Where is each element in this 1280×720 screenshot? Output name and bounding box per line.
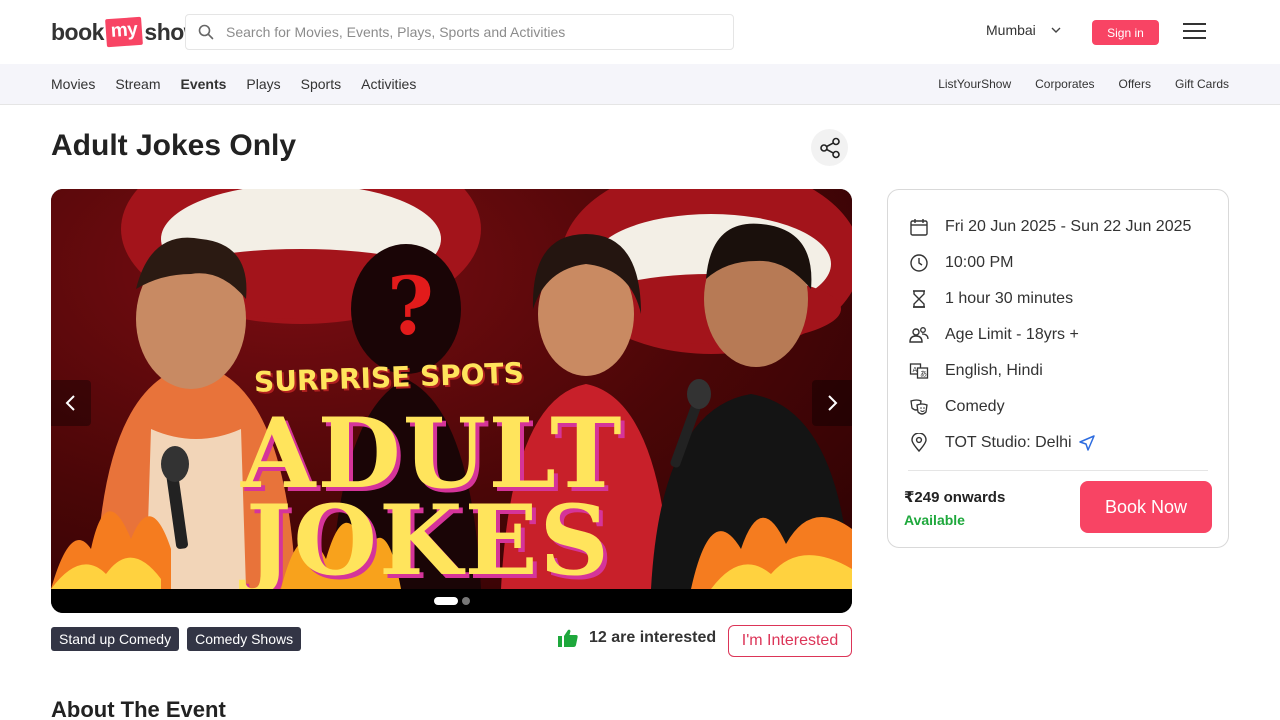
clock-icon <box>908 252 930 274</box>
price-text: ₹249 onwards <box>904 489 1006 506</box>
detail-duration: 1 hour 30 minutes <box>908 287 1073 311</box>
nav-offers[interactable]: Offers <box>1119 77 1151 91</box>
carousel-next-button[interactable] <box>812 380 852 426</box>
interest-count-text: 12 are interested <box>589 629 717 646</box>
nav-movies[interactable]: Movies <box>51 76 95 92</box>
nav-list-your-show[interactable]: ListYourShow <box>938 77 1011 91</box>
detail-age-limit: Age Limit - 18yrs + <box>908 323 1079 347</box>
location-pin-icon <box>908 432 930 454</box>
utility-nav: ListYourShow Corporates Offers Gift Card… <box>914 64 1229 104</box>
nav-events[interactable]: Events <box>180 76 226 92</box>
tag-stand-up-comedy[interactable]: Stand up Comedy <box>51 627 180 651</box>
detail-date: Fri 20 Jun 2025 - Sun 22 Jun 2025 <box>908 215 1191 239</box>
svg-text:あ: あ <box>920 370 927 378</box>
about-heading: About The Event <box>51 697 226 720</box>
availability-status: Available <box>904 512 965 528</box>
city-selector[interactable]: Mumbai <box>986 22 1062 38</box>
share-icon <box>819 137 840 158</box>
detail-duration-text: 1 hour 30 minutes <box>945 290 1074 307</box>
detail-genre: Comedy <box>908 395 1005 419</box>
hourglass-icon <box>908 288 930 310</box>
nav-corporates[interactable]: Corporates <box>1035 77 1094 91</box>
detail-venue-text[interactable]: TOT Studio: Delhi <box>945 434 1072 452</box>
genre-tags: Stand up Comedy Comedy Shows <box>51 627 309 651</box>
secondary-nav: Movies Stream Events Plays Sports Activi… <box>0 64 1280 105</box>
book-now-button[interactable]: Book Now <box>1080 481 1212 533</box>
detail-time-text: 10:00 PM <box>945 254 1014 271</box>
detail-genre-text: Comedy <box>945 398 1005 415</box>
event-banner-carousel[interactable]: ? SURPRISE SPOTS ADULT JOKES <box>51 189 852 613</box>
sign-in-button[interactable]: Sign in <box>1092 20 1159 45</box>
detail-languages-text: English, Hindi <box>945 362 1043 379</box>
detail-venue: TOT Studio: Delhi <box>908 431 1096 455</box>
nav-sports[interactable]: Sports <box>301 76 341 92</box>
nav-plays[interactable]: Plays <box>246 76 280 92</box>
search-input[interactable] <box>226 24 706 40</box>
logo-text-my: my <box>105 16 144 48</box>
chevron-right-icon <box>828 395 838 411</box>
calendar-icon <box>908 216 930 238</box>
chevron-left-icon <box>65 395 75 411</box>
detail-time: 10:00 PM <box>908 251 1013 275</box>
search-icon <box>198 24 214 40</box>
language-icon: Aあ <box>908 360 930 382</box>
detail-languages: Aあ English, Hindi <box>908 359 1043 383</box>
carousel-prev-button[interactable] <box>51 380 91 426</box>
top-header: bookmyshow Mumbai Sign in <box>0 0 1280 64</box>
event-title: Adult Jokes Only <box>51 129 297 162</box>
search-bar[interactable] <box>185 14 734 50</box>
banner-question-mark: ? <box>387 259 434 353</box>
chevron-down-icon <box>1051 27 1061 33</box>
interest-count: 12 are interested <box>558 629 716 647</box>
bookmyshow-logo[interactable]: book my show <box>51 14 202 50</box>
category-nav: Movies Stream Events Plays Sports Activi… <box>51 64 436 104</box>
svg-text:A: A <box>913 366 918 374</box>
carousel-dot-2[interactable] <box>461 597 470 605</box>
share-button[interactable] <box>811 129 848 166</box>
detail-age-limit-text: Age Limit - 18yrs + <box>945 326 1079 343</box>
nav-gift-cards[interactable]: Gift Cards <box>1175 77 1229 91</box>
nav-stream[interactable]: Stream <box>115 76 160 92</box>
logo-text-book: book <box>51 18 104 45</box>
tag-comedy-shows[interactable]: Comedy Shows <box>187 627 302 651</box>
im-interested-button[interactable]: I'm Interested <box>728 625 852 657</box>
people-icon <box>908 324 930 346</box>
banner-text-jokes: JOKES <box>246 484 611 589</box>
theatre-masks-icon <box>908 396 930 418</box>
card-divider <box>908 470 1208 471</box>
carousel-indicators <box>51 589 852 613</box>
event-poster: ? SURPRISE SPOTS ADULT JOKES <box>51 189 852 589</box>
thumbs-up-icon <box>558 629 578 647</box>
menu-icon[interactable] <box>1183 22 1206 40</box>
carousel-dot-1[interactable] <box>433 597 458 605</box>
city-name: Mumbai <box>986 22 1036 38</box>
detail-date-text: Fri 20 Jun 2025 - Sun 22 Jun 2025 <box>945 218 1192 235</box>
navigate-arrow-icon[interactable] <box>1078 434 1096 452</box>
event-details-card: Fri 20 Jun 2025 - Sun 22 Jun 2025 10:00 … <box>887 189 1229 548</box>
nav-activities[interactable]: Activities <box>361 76 416 92</box>
